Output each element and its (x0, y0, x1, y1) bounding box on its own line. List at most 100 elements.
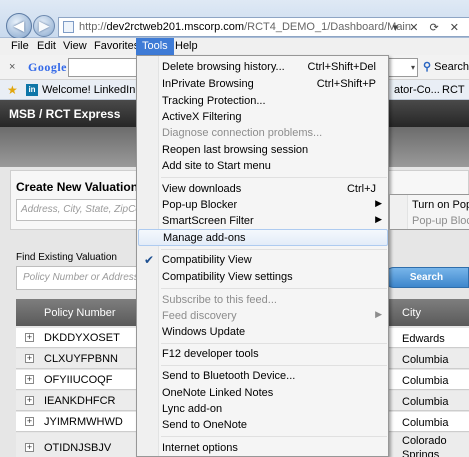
favorite-link-2[interactable]: ator-Co... (394, 84, 440, 96)
menu-item-popup-blocker[interactable]: Pop-up Blocker ▶ (138, 197, 388, 214)
submenu-arrow-icon: ▶ (375, 198, 382, 208)
toolbar-close-icon[interactable]: × (9, 61, 15, 73)
menu-item-label: Subscribe to this feed... (162, 294, 277, 306)
forward-button[interactable]: ▶ (33, 15, 55, 37)
address-controls[interactable]: ▾ ✕ ⟳ ✕ (393, 21, 463, 34)
menu-item-send-onenote[interactable]: Send to OneNote (138, 417, 388, 434)
menu-item-label: Tracking Protection... (162, 95, 266, 107)
menu-separator (161, 343, 387, 344)
menu-item-label: OneNote Linked Notes (162, 387, 274, 399)
chevron-down-icon[interactable]: ▾ (408, 59, 418, 76)
expand-icon[interactable]: + (25, 354, 34, 363)
url-path: /RCT4_DEMO_1/Dashboard/Main (244, 21, 411, 33)
policy-number-cell: DKDDYXOSET (44, 332, 120, 344)
address-url[interactable]: http://dev2rctweb201.mscorp.com/RCT4_DEM… (79, 21, 411, 33)
url-scheme: http:// (79, 21, 107, 33)
back-button[interactable]: ◀ (6, 13, 32, 39)
column-header-city[interactable]: City (402, 307, 421, 319)
menu-item-internet-options[interactable]: Internet options (138, 440, 388, 457)
page-icon (63, 21, 74, 33)
menu-item-compat-settings[interactable]: Compatibility View settings (138, 269, 388, 286)
menu-item-bluetooth[interactable]: Send to Bluetooth Device... (138, 368, 388, 385)
tools-menu: Delete browsing history... Ctrl+Shift+De… (136, 55, 389, 457)
google-search-label: Search (434, 61, 469, 73)
address-bar[interactable]: http://dev2rctweb201.mscorp.com/RCT4_DEM… (58, 17, 469, 37)
policy-search-input[interactable]: Policy Number or Address (16, 266, 141, 290)
menu-item-label: Lync add-on (162, 403, 223, 415)
menu-item-view-downloads[interactable]: View downloads Ctrl+J (138, 181, 388, 198)
menu-separator (161, 436, 387, 437)
submenu-arrow-icon: ▶ (375, 214, 382, 224)
policy-number-cell: OTIDNJSBJV (44, 442, 112, 454)
google-logo-text: Google (28, 60, 67, 74)
menu-item-tracking-protection[interactable]: Tracking Protection... (138, 93, 388, 110)
menu-item-add-to-start[interactable]: Add site to Start menu (138, 158, 388, 175)
submenu-arrow-icon: ▶ (375, 309, 382, 319)
menu-item-label: Send to OneNote (162, 419, 248, 431)
search-icon: ⚲ (423, 61, 432, 73)
city-cell: Columbia (402, 354, 449, 366)
find-valuation-label: Find Existing Valuation (16, 252, 117, 263)
menu-item-label: Compatibility View (162, 254, 252, 266)
menu-item-label: Pop-up Blocker (162, 199, 238, 211)
policy-number-cell: OFYIIUCOQF (44, 374, 113, 386)
submenu-item-settings: Pop-up Blocker (412, 215, 469, 227)
menu-item-label: ActiveX Filtering (162, 111, 242, 123)
menu-item-label: Internet options (162, 442, 238, 454)
expand-icon[interactable]: + (25, 333, 34, 342)
menu-item-inprivate[interactable]: InPrivate Browsing Ctrl+Shift+P (138, 76, 388, 93)
menu-separator (161, 288, 387, 289)
menu-item-label: View downloads (162, 183, 242, 195)
menu-item-feed-discovery: Feed discovery ▶ (138, 308, 388, 325)
menu-item-activex-filtering[interactable]: ActiveX Filtering (138, 109, 388, 126)
menu-item-label: Add site to Start menu (162, 160, 271, 172)
menu-item-label: Send to Bluetooth Device... (162, 370, 296, 382)
menu-item-label: Feed discovery (162, 310, 237, 322)
menu-item-lync-addon[interactable]: Lync add-on (138, 401, 388, 418)
menu-separator (161, 365, 387, 366)
address-input[interactable]: Address, City, State, ZipCode (16, 199, 141, 221)
menu-item-label: Delete browsing history... (162, 61, 285, 73)
checkmark-icon: ✔ (144, 253, 155, 267)
submenu-gutter (390, 195, 408, 229)
expand-icon[interactable]: + (25, 375, 34, 384)
menu-item-label: Diagnose connection problems... (162, 127, 323, 139)
city-cell: Columbia (402, 417, 449, 429)
menu-item-label: F12 developer tools (162, 348, 259, 360)
menu-help[interactable]: Help (169, 38, 204, 55)
menu-item-label: SmartScreen Filter (162, 215, 254, 227)
city-cell: Columbia (402, 375, 449, 387)
menu-item-subscribe-feed: Subscribe to this feed... (138, 292, 388, 309)
column-header-policy[interactable]: Policy Number (44, 307, 116, 319)
menu-item-label: Manage add-ons (163, 232, 246, 244)
url-host: dev2rctweb201.mscorp.com (106, 21, 245, 33)
submenu-item-turn-on[interactable]: Turn on Pop-up (412, 199, 469, 211)
menu-item-shortcut: Ctrl+J (346, 183, 376, 195)
expand-icon[interactable]: + (25, 443, 34, 452)
google-search-button[interactable]: ⚲ Search (423, 60, 469, 73)
policy-number-cell: CLXUYFPBNN (44, 353, 118, 365)
search-button[interactable]: Search (384, 267, 469, 288)
menu-item-delete-history[interactable]: Delete browsing history... Ctrl+Shift+De… (138, 59, 388, 76)
menu-item-onenote-linked[interactable]: OneNote Linked Notes (138, 385, 388, 402)
menubar: File Edit View Favorites Tools Help (0, 38, 469, 55)
menu-item-windows-update[interactable]: Windows Update (138, 324, 388, 341)
menu-item-compat-view[interactable]: ✔ Compatibility View (138, 252, 388, 269)
city-cell: Colorado Springs (402, 435, 447, 457)
expand-icon[interactable]: + (25, 417, 34, 426)
menu-item-manage-addons[interactable]: Manage add-ons (138, 229, 388, 246)
menu-item-shortcut: Ctrl+Shift+P (316, 78, 376, 90)
policy-number-cell: IEANKDHFCR (44, 395, 116, 407)
google-logo: Google (28, 60, 67, 75)
expand-icon[interactable]: + (25, 396, 34, 405)
favorite-link-3[interactable]: RCT (442, 84, 465, 96)
favorites-star-icon[interactable]: ★ (7, 83, 18, 97)
menu-item-label: InPrivate Browsing (162, 78, 254, 90)
favorite-linkedin-link[interactable]: Welcome! LinkedIn (42, 84, 135, 96)
menu-item-f12-tools[interactable]: F12 developer tools (138, 346, 388, 363)
menu-item-shortcut: Ctrl+Shift+Del (307, 61, 376, 73)
city-cell: Edwards (402, 333, 445, 345)
menu-item-smartscreen[interactable]: SmartScreen Filter ▶ (138, 213, 388, 230)
popup-blocker-submenu: Turn on Pop-up Pop-up Blocker (389, 194, 469, 230)
menu-item-reopen-session[interactable]: Reopen last browsing session (138, 142, 388, 159)
